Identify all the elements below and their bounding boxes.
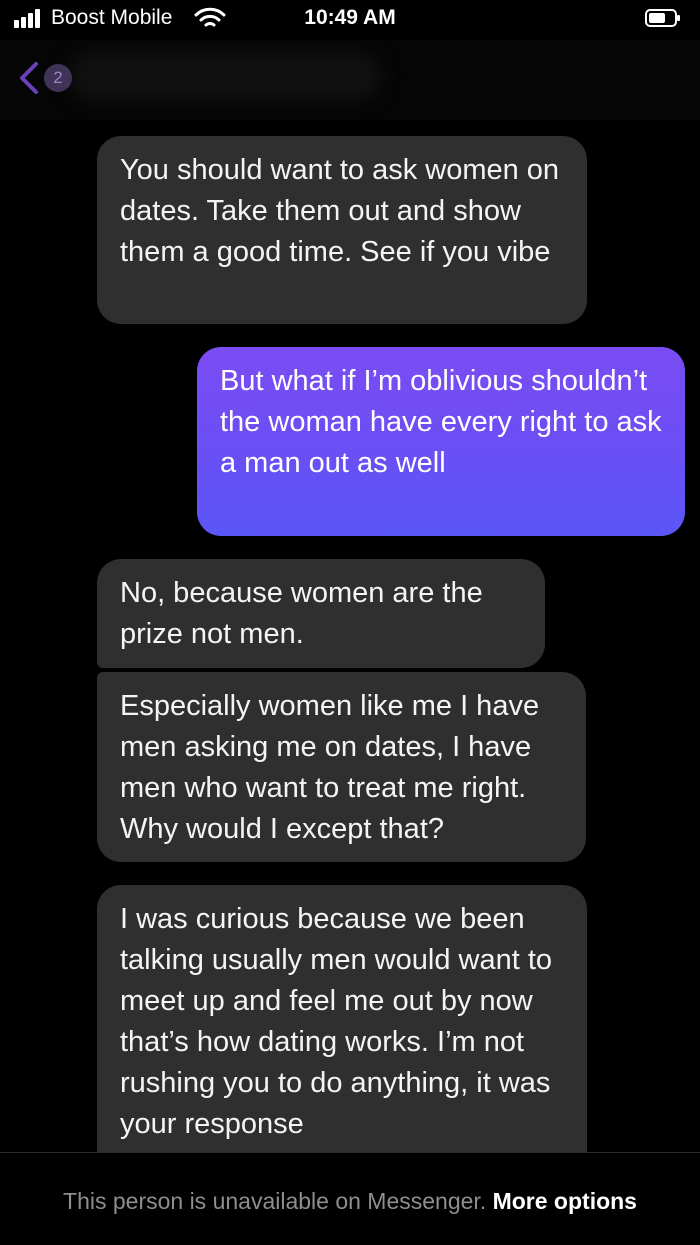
conversation-header: 2 [0, 40, 700, 120]
unavailable-notice-text: This person is unavailable on Messenger. [63, 1188, 487, 1214]
message-bubble-incoming[interactable]: I was curious because we been talking us… [97, 885, 587, 1175]
unread-count-badge[interactable]: 2 [44, 64, 72, 92]
unavailable-notice-bar: This person is unavailable on Messenger.… [0, 1152, 700, 1245]
message-bubble-incoming[interactable]: No, because women are the prize not men. [97, 559, 545, 668]
message-bubble-incoming[interactable]: You should want to ask women on dates. T… [97, 136, 587, 324]
redacted-contact-name [70, 52, 380, 100]
unavailable-notice: This person is unavailable on Messenger.… [40, 1186, 660, 1216]
back-chevron-icon[interactable] [12, 60, 48, 96]
more-options-link[interactable]: More options [493, 1188, 637, 1214]
clock: 10:49 AM [304, 6, 396, 29]
status-bar: Boost Mobile 10:49 AM [0, 0, 700, 40]
battery-icon [645, 9, 680, 27]
message-bubble-incoming[interactable]: Especially women like me I have men aski… [97, 672, 586, 862]
message-bubble-outgoing[interactable]: But what if I’m oblivious shouldn’t the … [197, 347, 685, 536]
